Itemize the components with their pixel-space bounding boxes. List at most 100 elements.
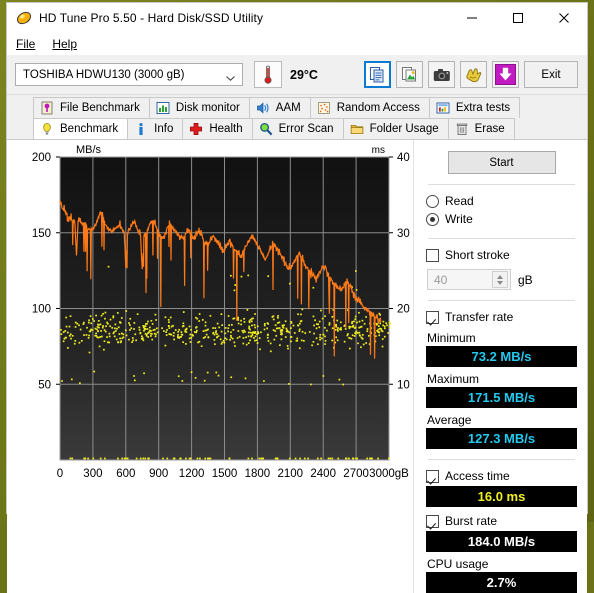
benchmark-chart: MB/sms5010015020010203040030060090012001… xyxy=(7,140,413,593)
toolbar: TOSHIBA HDWU130 (3000 gB) 29°C xyxy=(7,55,587,95)
benchmark-options-panel: Start Read Write Short stroke 40 xyxy=(413,140,587,593)
stepper-down-icon[interactable] xyxy=(497,281,503,285)
short-stroke-unit-label: gB xyxy=(518,273,533,287)
radio-read-control[interactable] xyxy=(426,195,439,208)
svg-text:3000gB: 3000gB xyxy=(369,468,409,480)
tab-random-access[interactable]: Random Access xyxy=(310,97,430,118)
checkbox-transfer-rate[interactable]: Transfer rate xyxy=(426,308,577,326)
red-cross-icon xyxy=(189,122,203,136)
svg-text:150: 150 xyxy=(32,228,51,240)
tab-error-scan[interactable]: Error Scan xyxy=(252,118,344,139)
average-value: 127.3 MB/s xyxy=(426,428,577,449)
tab-info-label: Info xyxy=(154,123,173,135)
drive-select-dropdown[interactable]: TOSHIBA HDWU130 (3000 gB) xyxy=(15,63,243,86)
tab-erase[interactable]: Erase xyxy=(448,118,515,139)
checkbox-burst-rate-control[interactable] xyxy=(426,515,439,528)
radio-write[interactable]: Write xyxy=(426,210,577,228)
svg-text:1800: 1800 xyxy=(245,468,271,480)
checkbox-transfer-rate-control[interactable] xyxy=(426,311,439,324)
download-arrow-icon[interactable] xyxy=(492,61,519,88)
checkbox-access-time-label: Access time xyxy=(445,469,510,483)
radio-write-control[interactable] xyxy=(426,213,439,226)
tab-health[interactable]: Health xyxy=(182,118,252,139)
application-window: HD Tune Pro 5.50 - Hard Disk/SSD Utility… xyxy=(6,2,588,514)
gloves-icon[interactable] xyxy=(460,61,487,88)
short-stroke-stepper[interactable]: 40 xyxy=(427,269,511,290)
chevron-down-icon xyxy=(226,72,235,77)
svg-text:40: 40 xyxy=(397,152,410,164)
radio-read-label: Read xyxy=(445,194,474,208)
folder-icon xyxy=(350,122,364,136)
random-access-icon xyxy=(317,101,331,115)
tab-file-benchmark-label: File Benchmark xyxy=(60,102,140,114)
exit-button[interactable]: Exit xyxy=(524,61,578,88)
average-label: Average xyxy=(426,413,577,427)
tab-extra-tests[interactable]: Extra tests xyxy=(429,97,520,118)
close-button[interactable] xyxy=(541,3,587,33)
svg-text:200: 200 xyxy=(32,152,51,164)
tab-health-label: Health xyxy=(209,123,242,135)
checkbox-transfer-rate-label: Transfer rate xyxy=(445,310,513,324)
svg-text:50: 50 xyxy=(38,379,51,391)
svg-text:0: 0 xyxy=(57,468,63,480)
toolbar-buttons xyxy=(364,61,519,88)
stepper-arrows[interactable] xyxy=(492,271,508,288)
divider xyxy=(428,238,575,239)
menu-help-label: Help xyxy=(52,37,77,51)
svg-text:900: 900 xyxy=(149,468,168,480)
start-button[interactable]: Start xyxy=(448,151,556,174)
tab-random-access-label: Random Access xyxy=(337,102,420,114)
checkbox-short-stroke-control[interactable] xyxy=(426,249,439,262)
window-title: HD Tune Pro 5.50 - Hard Disk/SSD Utility xyxy=(39,11,263,25)
minimize-button[interactable] xyxy=(449,3,495,33)
divider xyxy=(428,459,575,460)
short-stroke-size-row: 40 gB xyxy=(426,269,577,290)
maximum-label: Maximum xyxy=(426,372,577,386)
burst-rate-value: 184.0 MB/s xyxy=(426,531,577,552)
checkbox-short-stroke[interactable]: Short stroke xyxy=(426,246,577,264)
tab-benchmark[interactable]: Benchmark xyxy=(33,118,128,139)
radio-read[interactable]: Read xyxy=(426,192,577,210)
svg-text:2700: 2700 xyxy=(343,468,369,480)
speaker-icon xyxy=(256,101,270,115)
menu-file[interactable]: File xyxy=(16,37,35,51)
short-stroke-value: 40 xyxy=(434,273,447,287)
exit-button-label: Exit xyxy=(541,69,560,81)
menu-help[interactable]: Help xyxy=(52,37,77,51)
checkbox-access-time[interactable]: Access time xyxy=(426,467,577,485)
svg-text:30: 30 xyxy=(397,228,410,240)
tab-error-scan-label: Error Scan xyxy=(279,123,334,135)
checkbox-burst-rate-label: Burst rate xyxy=(445,514,497,528)
tab-info[interactable]: Info xyxy=(127,118,183,139)
copy-image-icon[interactable] xyxy=(396,61,423,88)
tab-aam[interactable]: AAM xyxy=(249,97,311,118)
minimum-label: Minimum xyxy=(426,331,577,345)
tab-disk-monitor[interactable]: Disk monitor xyxy=(149,97,250,118)
maximize-button[interactable] xyxy=(495,3,541,33)
radio-write-label: Write xyxy=(445,212,473,226)
cpu-usage-value: 2.7% xyxy=(426,572,577,593)
title-bar: HD Tune Pro 5.50 - Hard Disk/SSD Utility xyxy=(7,3,587,33)
svg-text:20: 20 xyxy=(397,304,410,316)
copy-document-icon[interactable] xyxy=(364,61,391,88)
svg-text:600: 600 xyxy=(116,468,135,480)
checkbox-access-time-control[interactable] xyxy=(426,470,439,483)
magnifier-icon xyxy=(259,122,273,136)
checkbox-burst-rate[interactable]: Burst rate xyxy=(426,512,577,530)
access-time-value: 16.0 ms xyxy=(426,486,577,507)
svg-text:2400: 2400 xyxy=(310,468,336,480)
divider xyxy=(428,300,575,301)
tab-file-benchmark[interactable]: File Benchmark xyxy=(33,97,150,118)
menu-file-label: File xyxy=(16,37,35,51)
svg-text:10: 10 xyxy=(397,379,410,391)
stepper-up-icon[interactable] xyxy=(497,275,503,279)
tab-bar: File Benchmark Disk monitor AAM Random A… xyxy=(7,95,587,139)
tab-row-2: Benchmark Info Health Error Scan xyxy=(7,118,587,139)
tab-folder-usage[interactable]: Folder Usage xyxy=(343,118,449,139)
tab-benchmark-label: Benchmark xyxy=(60,123,118,135)
divider xyxy=(428,184,575,185)
camera-icon[interactable] xyxy=(428,61,455,88)
lightbulb-icon xyxy=(40,122,54,136)
tab-extra-tests-label: Extra tests xyxy=(456,102,510,114)
chart-canvas: MB/sms5010015020010203040030060090012001… xyxy=(7,140,413,490)
